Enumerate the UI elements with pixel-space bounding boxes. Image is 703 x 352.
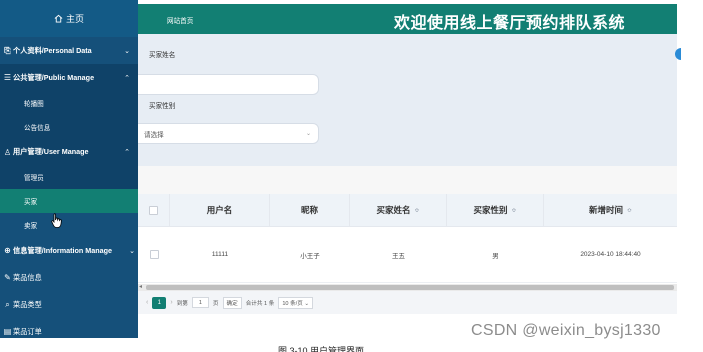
goto-confirm-button[interactable]: 确定 bbox=[222, 296, 242, 309]
tag-icon: ✎ bbox=[4, 273, 11, 282]
table-toolbar bbox=[138, 166, 677, 194]
column-header-label: 昵称 bbox=[300, 205, 318, 215]
select-all-checkbox[interactable] bbox=[149, 205, 158, 215]
column-header-label: 买家姓名 bbox=[376, 205, 411, 215]
cell-nickname: 小王子 bbox=[300, 252, 320, 260]
sidebar-group-label: 信息管理/Information Manage bbox=[13, 245, 113, 255]
page-size-select[interactable]: 10 条/页 ⌄ bbox=[278, 296, 314, 309]
sidebar-group-user[interactable]: ♙ 用户管理/User Manage ⌃ bbox=[0, 139, 138, 165]
search-panel: 买家姓名 买家性别 请选择 ⌄ bbox=[138, 34, 681, 166]
scrollbar-thumb[interactable] bbox=[146, 285, 674, 290]
sidebar-group-label: 菜品类型 bbox=[13, 299, 42, 309]
sort-icon[interactable]: ≎ bbox=[511, 207, 516, 214]
total-count: 合计共 1 条 bbox=[245, 300, 275, 307]
sidebar-item-dish-order[interactable]: ▤ 菜品订单 bbox=[0, 318, 138, 338]
chevron-up-icon: ⌃ bbox=[124, 149, 130, 156]
cell-username: 11111 bbox=[211, 251, 229, 258]
sidebar-group-label: 菜品信息 bbox=[13, 272, 42, 282]
page-number-current[interactable]: 1 bbox=[152, 296, 167, 309]
sidebar-group-label: 公共管理/Public Manage bbox=[13, 72, 95, 82]
sidebar-group-label: 用户管理/User Manage bbox=[13, 147, 89, 156]
horizontal-scrollbar[interactable]: ◂ bbox=[138, 284, 677, 291]
sidebar-item-label: 买家 bbox=[24, 199, 38, 206]
chevron-down-icon: ⌄ bbox=[129, 247, 135, 255]
goto-suffix: 页 bbox=[212, 300, 219, 307]
sidebar-home[interactable]: 主页 bbox=[0, 0, 138, 37]
sidebar-item-label: 轮播图 bbox=[24, 101, 44, 108]
chevron-up-icon: ⌃ bbox=[124, 74, 130, 82]
cell-gender: 男 bbox=[492, 252, 499, 260]
list-icon: ☰ bbox=[3, 73, 12, 82]
chevron-down-icon: ⌄ bbox=[305, 131, 311, 137]
sidebar-group-label: 菜品订单 bbox=[13, 326, 42, 336]
sidebar-group-public[interactable]: ☰ 公共管理/Public Manage ⌃ bbox=[0, 64, 138, 91]
column-header-gender[interactable]: 买家性别 ≎ bbox=[447, 194, 544, 226]
home-icon bbox=[54, 14, 63, 23]
watermark: CSDN @weixin_bysj1330 bbox=[471, 322, 661, 339]
row-select-cell bbox=[138, 227, 170, 282]
row-checkbox[interactable] bbox=[149, 250, 159, 259]
sort-icon[interactable]: ≎ bbox=[414, 207, 419, 214]
breadcrumb[interactable]: 网站首页 bbox=[167, 15, 193, 25]
column-header-name[interactable]: 买家姓名 ≎ bbox=[350, 194, 447, 226]
figure-caption: 图 3-10 用户管理界面 bbox=[278, 346, 365, 352]
sort-icon[interactable]: ≎ bbox=[627, 207, 632, 214]
column-header-created[interactable]: 新增时间 ≎ bbox=[544, 194, 677, 226]
top-header: 网站首页 欢迎使用线上餐厅预约排队系统 bbox=[138, 4, 677, 34]
buyer-table: 用户名 昵称 买家姓名 ≎ 买家性别 ≎ 新增时间 ≎ 11111 小王子 王五 男 … bbox=[138, 194, 677, 283]
sidebar-item-admin[interactable]: 管理员 bbox=[0, 165, 138, 189]
user-icon: ♙ bbox=[3, 147, 12, 157]
prev-page-icon[interactable]: ‹ bbox=[146, 299, 148, 306]
person-icon: ⎘ bbox=[4, 45, 11, 55]
sidebar: 主页 ⎘ 个人资料/Personal Data ⌄ ☰ 公共管理/Public … bbox=[0, 0, 138, 338]
chevron-down-icon: ⌄ bbox=[304, 300, 310, 307]
sidebar-home-label: 主页 bbox=[65, 14, 84, 24]
search-button-edge[interactable] bbox=[675, 48, 681, 60]
scroll-left-icon[interactable]: ◂ bbox=[139, 283, 142, 290]
buyer-gender-select[interactable]: 请选择 ⌄ bbox=[138, 123, 319, 144]
grid-icon: ⊕ bbox=[4, 246, 11, 255]
sidebar-item-dish-info[interactable]: ✎ 菜品信息 bbox=[0, 264, 138, 291]
buyer-gender-label: 买家性别 bbox=[149, 103, 176, 110]
cell-name: 王五 bbox=[392, 252, 405, 260]
buyer-name-input[interactable] bbox=[138, 74, 319, 95]
category-icon: ⌕ bbox=[5, 299, 10, 309]
cell-created: 2023-04-10 18:44:40 bbox=[580, 251, 641, 258]
table-header: 用户名 昵称 买家姓名 ≎ 买家性别 ≎ 新增时间 ≎ bbox=[138, 194, 677, 227]
column-header-label: 新增时间 bbox=[588, 205, 623, 215]
column-header-label: 买家性别 bbox=[473, 205, 508, 215]
column-header-label: 用户名 bbox=[206, 205, 233, 215]
order-icon: ▤ bbox=[3, 327, 12, 336]
sidebar-group-personal[interactable]: ⎘ 个人资料/Personal Data ⌄ bbox=[0, 37, 138, 64]
column-header-nickname: 昵称 bbox=[270, 194, 350, 226]
hand-cursor-icon bbox=[51, 213, 62, 228]
sidebar-item-carousel[interactable]: 轮播图 bbox=[0, 91, 138, 115]
page-size-value: 10 条/页 bbox=[282, 300, 303, 307]
buyer-name-label: 买家姓名 bbox=[149, 52, 176, 59]
sidebar-group-info[interactable]: ⊕ 信息管理/Information Manage ⌄ bbox=[0, 237, 138, 264]
goto-page-input[interactable]: 1 bbox=[191, 297, 209, 308]
chevron-down-icon: ⌄ bbox=[124, 47, 130, 55]
sidebar-item-seller[interactable]: 卖家 bbox=[0, 213, 138, 237]
select-all-cell bbox=[138, 194, 170, 226]
table-row[interactable]: 11111 小王子 王五 男 2023-04-10 18:44:40 bbox=[138, 227, 677, 283]
sidebar-item-label: 公告信息 bbox=[24, 125, 51, 132]
sidebar-item-notice[interactable]: 公告信息 bbox=[0, 115, 138, 139]
sidebar-item-label: 管理员 bbox=[24, 175, 44, 182]
pagination: ‹ 1 › 到第 1 页 确定 合计共 1 条 10 条/页 ⌄ bbox=[138, 291, 677, 314]
sidebar-item-buyer[interactable]: 买家 bbox=[0, 189, 138, 213]
next-page-icon[interactable]: › bbox=[170, 299, 172, 306]
goto-prefix: 到第 bbox=[176, 300, 188, 307]
sidebar-item-dish-type[interactable]: ⌕ 菜品类型 bbox=[0, 291, 138, 318]
column-header-username: 用户名 bbox=[170, 194, 270, 226]
select-value: 请选择 bbox=[144, 131, 164, 139]
sidebar-item-label: 卖家 bbox=[24, 223, 38, 230]
page-title: 欢迎使用线上餐厅预约排队系统 bbox=[394, 15, 626, 32]
sidebar-group-label: 个人资料/Personal Data bbox=[13, 45, 92, 55]
